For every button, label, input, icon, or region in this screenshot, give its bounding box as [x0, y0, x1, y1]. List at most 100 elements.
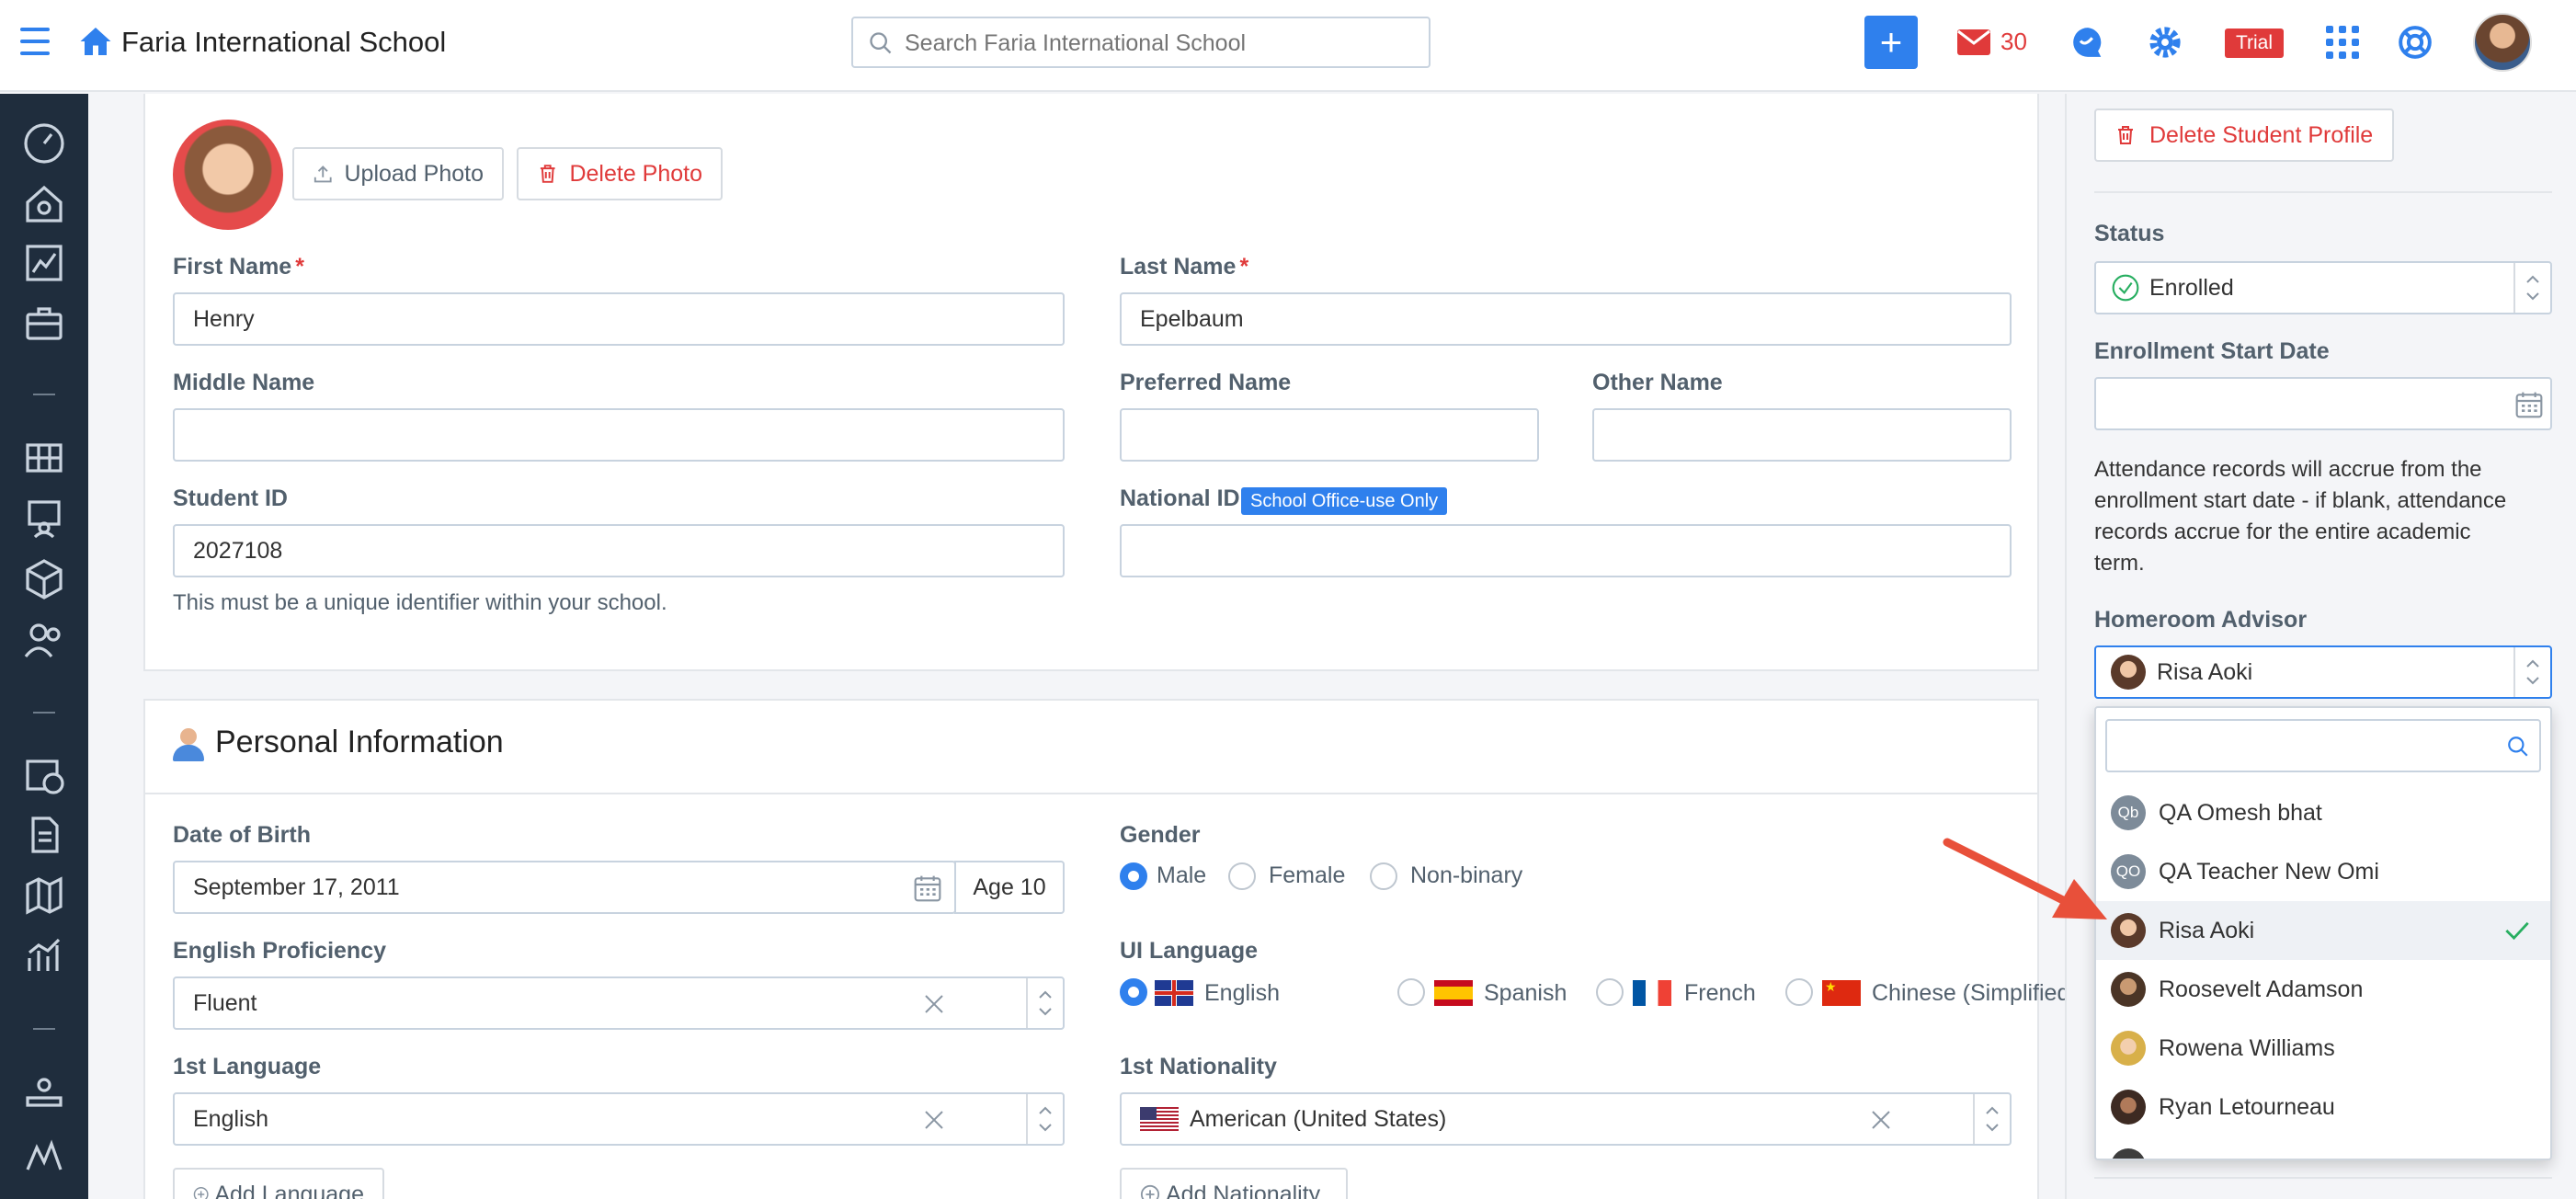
option-name: Roosevelt Adamson [2159, 976, 2364, 1002]
status-select[interactable]: Enrolled [2094, 261, 2552, 314]
gender-female-label[interactable]: Female [1269, 862, 1345, 889]
ui-lang-spanish-label[interactable]: Spanish [1484, 980, 1567, 1007]
select-arrows-icon[interactable] [1026, 1094, 1063, 1144]
help-lifebuoy-icon[interactable] [2398, 25, 2433, 60]
first-name-input[interactable]: Henry [173, 292, 1065, 346]
student-id-help: This must be a unique identifier within … [173, 590, 667, 615]
upload-photo-button[interactable]: Upload Photo [292, 147, 504, 200]
dropdown-option[interactable]: Roosevelt Adamson [2096, 960, 2550, 1019]
dropdown-option-partial[interactable] [2096, 1136, 2550, 1159]
teacher-icon[interactable] [22, 497, 66, 541]
ui-lang-chinese-radio[interactable] [1785, 978, 1813, 1006]
mail-icon[interactable] [1956, 29, 1991, 56]
student-photo [173, 120, 283, 230]
clear-icon[interactable] [1870, 1109, 1892, 1131]
plus-circle-icon [193, 1187, 209, 1199]
option-name: Ryan Letourneau [2159, 1093, 2335, 1120]
enrollment-start-input[interactable] [2094, 377, 2552, 430]
panel-divider [2094, 191, 2552, 193]
gender-male-radio[interactable] [1120, 862, 1147, 890]
last-name-input[interactable]: Epelbaum [1120, 292, 2012, 346]
ui-lang-spanish-radio[interactable] [1397, 978, 1425, 1006]
calendar-icon[interactable] [2513, 390, 2545, 419]
national-id-input[interactable] [1120, 524, 2012, 577]
age-display: Age 10 [954, 861, 1065, 914]
add-nationality-label: Add Nationality [1166, 1181, 1321, 1199]
preferred-name-input[interactable] [1120, 408, 1539, 462]
clear-icon[interactable] [923, 993, 945, 1015]
ui-lang-english-label[interactable]: English [1204, 980, 1280, 1007]
home-icon[interactable] [79, 26, 112, 57]
dropdown-option-selected[interactable]: Risa Aoki [2096, 901, 2550, 960]
uk-flag-icon [1155, 980, 1193, 1006]
search-icon [870, 32, 892, 54]
homeroom-advisor-select[interactable]: Risa Aoki [2094, 645, 2552, 699]
option-name: QA Omesh bhat [2159, 799, 2322, 826]
community-icon[interactable] [22, 1072, 66, 1116]
dropdown-option[interactable]: Ryan Letourneau [2096, 1078, 2550, 1136]
gender-female-radio[interactable] [1228, 862, 1256, 890]
main-content: Upload Photo Delete Photo First Name * He… [88, 94, 2065, 1199]
middle-name-label: Middle Name [173, 370, 315, 395]
ui-lang-chinese-label[interactable]: Chinese (Simplified) [1872, 980, 2065, 1007]
middle-name-input[interactable] [173, 408, 1065, 462]
avatar [2111, 1031, 2146, 1066]
office-use-badge: School Office-use Only [1241, 487, 1448, 515]
dropdown-search[interactable] [2105, 719, 2541, 772]
attendance-calendar-icon[interactable] [22, 752, 66, 796]
classes-icon[interactable] [22, 436, 66, 480]
top-bar: Faria International School + 30 Trial [0, 0, 2576, 92]
avatar: Qb [2111, 795, 2146, 830]
dropdown-option[interactable]: QO QA Teacher New Omi [2096, 842, 2550, 901]
france-flag-icon [1633, 980, 1671, 1006]
national-id-label: National ID [1120, 485, 1240, 511]
select-arrows-icon[interactable] [1973, 1094, 2010, 1144]
statistics-icon[interactable] [22, 934, 66, 978]
status-value: Enrolled [2149, 274, 2234, 301]
other-name-label: Other Name [1592, 370, 1723, 395]
gender-nonbinary-radio[interactable] [1370, 862, 1397, 890]
analytics-chart-icon[interactable] [22, 241, 66, 285]
dob-input[interactable]: September 17, 2011 [173, 861, 956, 914]
hamburger-menu-icon[interactable] [20, 28, 50, 55]
user-avatar[interactable] [2473, 13, 2532, 72]
chat-icon[interactable] [2070, 25, 2105, 60]
delete-student-profile-button[interactable]: Delete Student Profile [2094, 108, 2394, 162]
school-name[interactable]: Faria International School [121, 26, 446, 59]
gender-male-label[interactable]: Male [1157, 862, 1206, 889]
dropdown-option[interactable]: Qb QA Omesh bhat [2096, 783, 2550, 842]
calendar-icon[interactable] [912, 874, 943, 903]
gear-icon[interactable] [2148, 25, 2183, 60]
select-arrows-icon[interactable] [1026, 978, 1063, 1028]
add-language-button[interactable]: Add Language [173, 1168, 384, 1199]
avatar [2111, 913, 2146, 948]
curriculum-icon[interactable] [22, 1133, 66, 1177]
ui-lang-french-label[interactable]: French [1684, 980, 1756, 1007]
clear-icon[interactable] [923, 1109, 945, 1131]
other-name-input[interactable] [1592, 408, 2012, 462]
add-nationality-button[interactable]: Add Nationality [1120, 1168, 1348, 1199]
apps-grid-icon[interactable] [2326, 26, 2359, 59]
dashboard-gauge-icon[interactable] [22, 121, 66, 166]
school-home-icon[interactable] [22, 182, 66, 226]
delete-photo-button[interactable]: Delete Photo [517, 147, 723, 200]
global-search[interactable] [851, 17, 1430, 68]
cube-icon[interactable] [22, 557, 66, 601]
add-button[interactable]: + [1864, 16, 1918, 69]
select-arrows-icon[interactable] [2513, 263, 2550, 313]
people-icon[interactable] [22, 618, 66, 662]
map-icon[interactable] [22, 874, 66, 918]
reports-document-icon[interactable] [22, 813, 66, 857]
trial-badge[interactable]: Trial [2225, 29, 2284, 58]
mail-count[interactable]: 30 [2000, 28, 2027, 56]
ui-lang-english-radio[interactable] [1120, 978, 1147, 1006]
dropdown-option[interactable]: Rowena Williams [2096, 1019, 2550, 1078]
student-id-input[interactable]: 2027108 [173, 524, 1065, 577]
ui-lang-french-radio[interactable] [1596, 978, 1624, 1006]
select-arrows-icon[interactable] [2513, 647, 2550, 697]
search-input[interactable] [905, 26, 1419, 61]
option-name: Risa Aoki [2159, 917, 2255, 943]
delete-profile-label: Delete Student Profile [2149, 121, 2374, 148]
gender-nonbinary-label[interactable]: Non-binary [1410, 862, 1522, 889]
briefcase-icon[interactable] [22, 302, 66, 346]
